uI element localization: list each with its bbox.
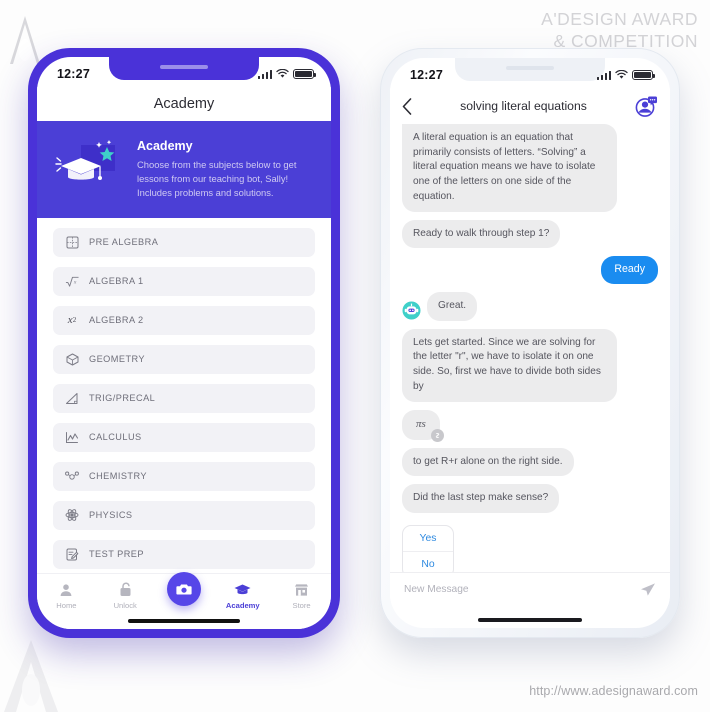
chat-bubble-received: to get R+r alone on the right side. — [402, 447, 574, 477]
academy-hero-banner: Academy Choose from the subjects below t… — [37, 121, 331, 218]
chat-title: solving literal equations — [460, 99, 587, 113]
x-squared-icon: x2 — [67, 314, 77, 327]
left-phone-mockup: 12:27 Academy Academy Choose from the su… — [28, 48, 340, 638]
subject-row-geometry[interactable]: GEOMETRY — [53, 344, 315, 374]
subject-label: PHYSICS — [89, 510, 133, 521]
chat-bubble-math: πs — [402, 409, 444, 442]
chat-bubble-received: Did the last step make sense? — [402, 484, 560, 513]
bot-avatar-icon — [402, 301, 421, 320]
graduation-cap-icon — [213, 581, 272, 598]
chat-bubble-received: A literal equation is an equation that p… — [402, 124, 618, 212]
tab-store[interactable]: Store — [272, 581, 331, 610]
tab-label: Store — [292, 601, 311, 610]
subject-row-algebra-2[interactable]: x2 ALGEBRA 2 — [53, 305, 315, 335]
link-badge-icon[interactable] — [430, 428, 444, 442]
subject-row-trig-precal[interactable]: TRIG/PRECAL — [53, 383, 315, 413]
camera-button[interactable] — [166, 572, 201, 606]
signal-bars-icon — [257, 69, 272, 79]
square-root-icon: x — [65, 274, 79, 288]
subject-row-physics[interactable]: PHYSICS — [53, 500, 315, 530]
award-title-line1: A'DESIGN AWARD — [541, 9, 698, 29]
hero-title: Academy — [137, 139, 193, 153]
subject-label: TRIG/PRECAL — [89, 393, 156, 404]
store-icon — [272, 581, 331, 598]
molecule-icon — [65, 469, 79, 483]
subject-label: ALGEBRA 1 — [89, 276, 144, 287]
line-chart-icon — [65, 430, 79, 444]
subject-label: CHEMISTRY — [89, 471, 147, 482]
chat-bubble-received: Ready to walk through step 1? — [402, 219, 561, 249]
subject-row-chemistry[interactable]: CHEMISTRY — [53, 461, 315, 491]
footer-url: http://www.adesignaward.com — [529, 684, 698, 698]
chat-message-list[interactable]: A literal equation is an equation that p… — [390, 124, 670, 582]
subject-row-calculus[interactable]: CALCULUS — [53, 422, 315, 452]
quick-reply-card: Yes No — [402, 525, 454, 578]
clipboard-edit-icon — [65, 547, 79, 561]
wifi-icon — [615, 70, 628, 79]
chevron-left-icon[interactable] — [402, 97, 412, 115]
page-title: Academy — [153, 96, 215, 112]
bottom-tab-bar: Home Unlock Academy Store — [37, 572, 331, 629]
tab-label: Home — [56, 601, 77, 610]
subject-label: ALGEBRA 2 — [89, 315, 144, 326]
unlock-icon — [96, 581, 155, 598]
tab-label: Academy — [225, 601, 260, 610]
tab-camera-fab[interactable] — [155, 572, 214, 609]
chat-bubble-sent: Ready — [601, 256, 658, 284]
right-triangle-icon — [65, 391, 79, 405]
a-design-award-logo-watermark — [4, 640, 58, 712]
signal-bars-icon — [596, 70, 611, 80]
battery-icon — [293, 69, 317, 79]
left-phone-screen: 12:27 Academy Academy Choose from the su… — [37, 57, 331, 629]
graduation-cap-star-illustration — [55, 140, 115, 180]
message-input[interactable]: New Message — [404, 584, 640, 595]
subject-label: PRE ALGEBRA — [89, 237, 159, 248]
award-title: A'DESIGN AWARD & COMPETITION — [541, 8, 698, 53]
bot-chat-avatar-icon[interactable] — [635, 95, 658, 118]
message-composer: New Message — [390, 572, 670, 606]
grid-icon — [65, 235, 79, 249]
hero-description: Choose from the subjects below to get le… — [137, 159, 297, 198]
subject-row-algebra-1[interactable]: x ALGEBRA 1 — [53, 266, 315, 296]
status-bar: 12:27 — [390, 58, 670, 88]
battery-icon — [632, 70, 656, 80]
status-icons — [257, 69, 317, 79]
home-indicator — [128, 619, 240, 623]
chat-row-with-avatar: Great. — [402, 291, 658, 329]
chat-bubble-received: Great. — [427, 291, 478, 321]
chat-nav-bar: solving literal equations — [390, 88, 670, 124]
cube-icon — [65, 352, 79, 366]
svg-text:x: x — [73, 279, 77, 285]
subject-label: TEST PREP — [89, 549, 144, 560]
subject-row-pre-algebra[interactable]: PRE ALGEBRA — [53, 227, 315, 257]
tab-unlock[interactable]: Unlock — [96, 581, 155, 610]
tab-academy[interactable]: Academy — [213, 581, 272, 610]
camera-icon — [176, 584, 192, 595]
home-indicator — [478, 618, 582, 622]
person-icon — [37, 581, 96, 598]
left-nav-bar: Academy — [37, 87, 331, 121]
status-bar: 12:27 — [37, 57, 331, 87]
subject-row-test-prep[interactable]: TEST PREP — [53, 539, 315, 569]
send-paper-plane-icon[interactable] — [640, 582, 656, 597]
subject-label: CALCULUS — [89, 432, 142, 443]
status-clock: 12:27 — [57, 67, 90, 81]
status-clock: 12:27 — [410, 68, 443, 82]
subject-list: PRE ALGEBRA x ALGEBRA 1 x2 ALGEBRA 2 GEO… — [37, 217, 331, 583]
hero-text: Academy Choose from the subjects below t… — [137, 135, 315, 200]
tab-home[interactable]: Home — [37, 581, 96, 610]
atom-icon — [65, 508, 79, 522]
status-icons — [596, 70, 656, 80]
tab-label: Unlock — [113, 601, 137, 610]
quick-reply-yes[interactable]: Yes — [403, 526, 453, 551]
chat-bubble-received: Lets get started. Since we are solving f… — [402, 328, 618, 402]
right-phone-screen: 12:27 solving literal equations A litera… — [390, 58, 670, 628]
wifi-icon — [276, 69, 289, 78]
subject-label: GEOMETRY — [89, 354, 146, 365]
right-phone-mockup: 12:27 solving literal equations A litera… — [380, 48, 680, 638]
